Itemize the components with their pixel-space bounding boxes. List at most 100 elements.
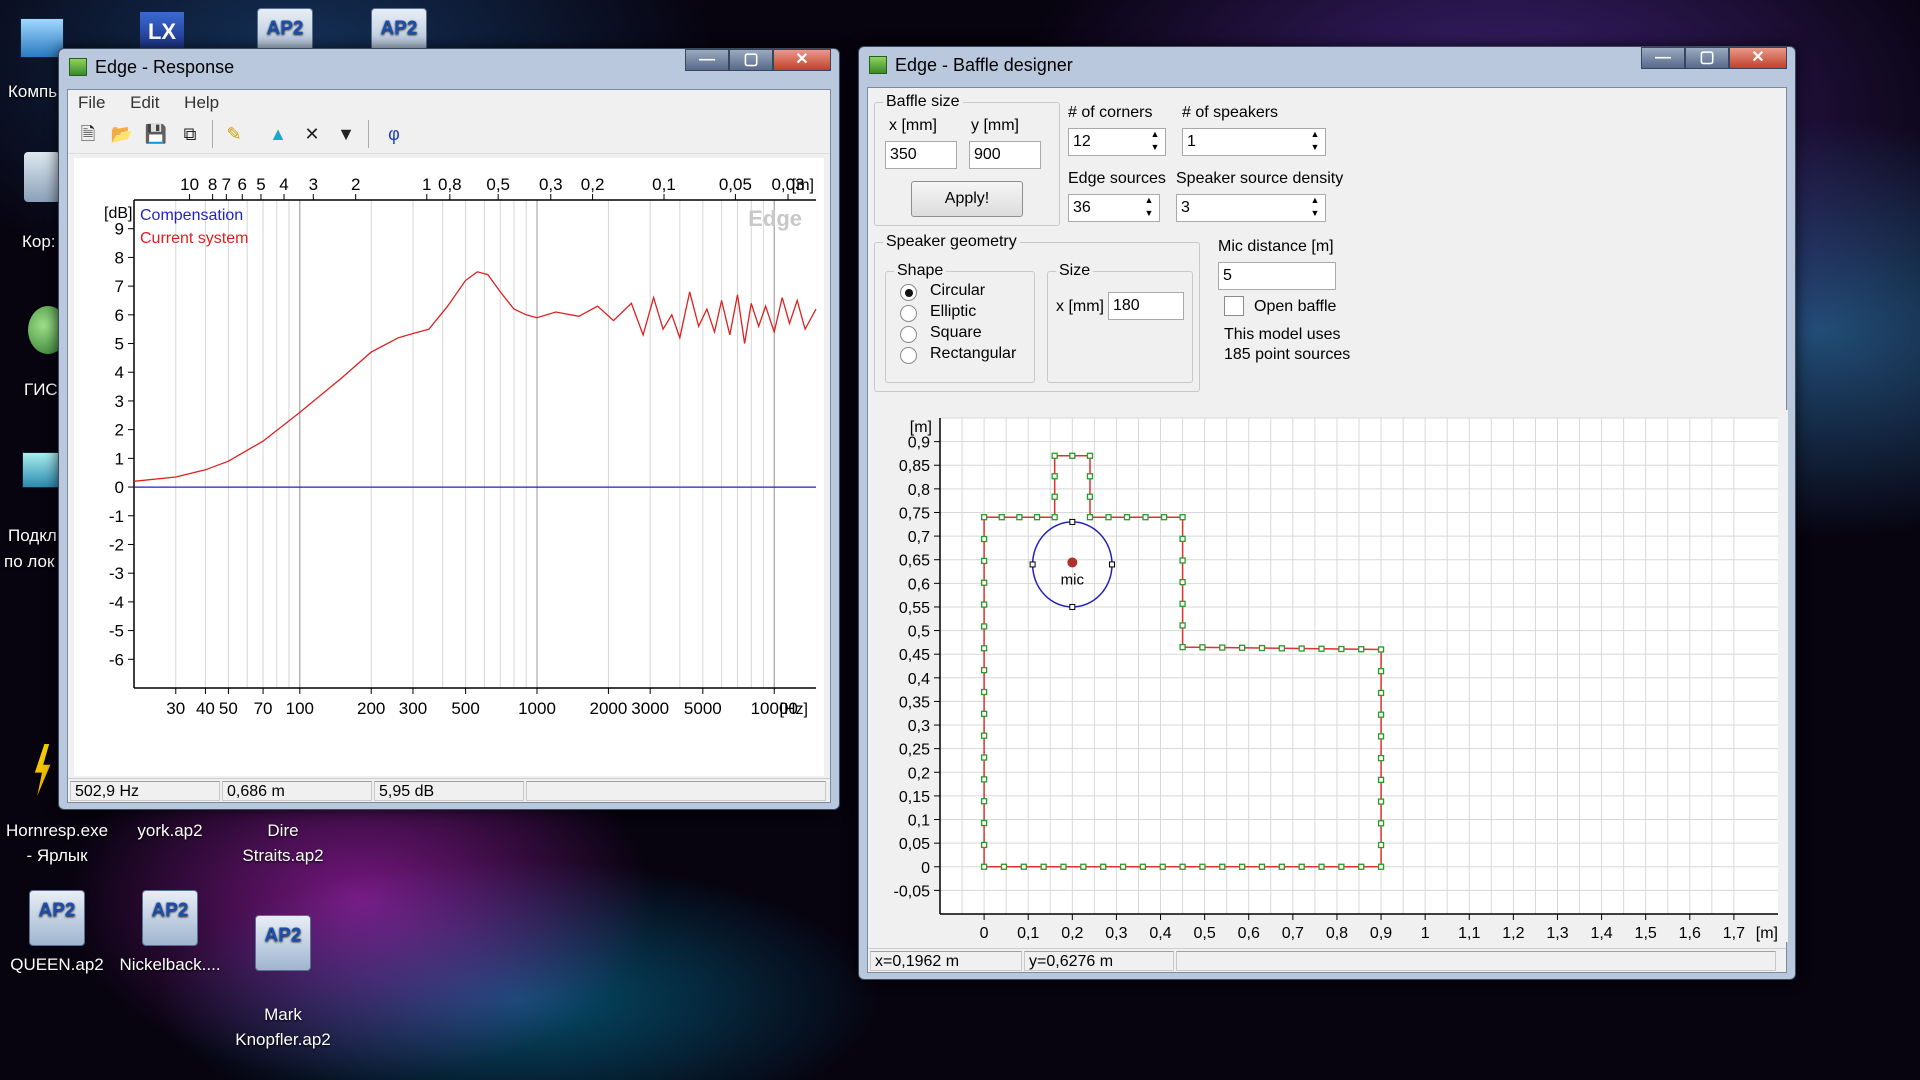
maximize-button[interactable]: ▢: [729, 49, 773, 71]
spin-down-icon[interactable]: ▼: [1145, 141, 1165, 154]
legend-entry: Compensation: [140, 207, 243, 224]
y-tick-label: -1: [109, 507, 124, 526]
y-tick-label: 0,4: [908, 671, 930, 688]
close-button[interactable]: ✕: [1729, 47, 1787, 69]
dropdown-icon[interactable]: ▼: [332, 120, 360, 148]
baffle-size-group: Baffle size x [mm] y [mm] 350 900 Apply!: [874, 93, 1060, 226]
edge-source-marker: [1051, 514, 1058, 521]
edge-source-marker: [980, 863, 988, 870]
desktop-icon-york[interactable]: york.ap2: [115, 818, 225, 843]
recycle-bin-icon[interactable]: [24, 152, 60, 202]
desktop-icon-dire-straits[interactable]: Dire Straits.ap2: [228, 818, 338, 868]
desktop-icon-recycle-label[interactable]: Кор:: [22, 232, 56, 252]
shape-elliptic-radio[interactable]: [900, 305, 917, 322]
response-chart[interactable]: 9876543210-1-2-3-4-5-6[dB]30 40 50 70 100 200…: [74, 158, 824, 776]
minimize-button[interactable]: —: [685, 49, 729, 71]
y-tick-label: 0,7: [908, 529, 930, 546]
top-tick-label: 0,5: [486, 175, 510, 194]
baffle-plot[interactable]: 0 0,1 0,2 0,3 0,4 0,5 0,6 0,7 0,8 0,9 1 1,1 1,2 1,3 1,…: [868, 410, 1788, 942]
mic-distance-input[interactable]: 5: [1218, 262, 1336, 290]
open-baffle-checkbox[interactable]: [1224, 296, 1244, 316]
speaker-density-input[interactable]: 3 ▲ ▼: [1176, 194, 1326, 222]
edge-source-marker: [980, 645, 988, 652]
desktop-icon-mark-knopfler[interactable]: AP2 Mark Knopfler.ap2: [228, 890, 338, 1052]
response-titlebar[interactable]: Edge - Response — ▢ ✕: [59, 49, 839, 85]
baffle-window[interactable]: Edge - Baffle designer — ▢ ✕ Baffle size…: [858, 46, 1796, 980]
top-tick-label: 7: [222, 175, 231, 194]
desktop-icon-computer-label[interactable]: Компь: [8, 82, 57, 102]
baffle-y-input[interactable]: 900: [969, 141, 1041, 169]
edge-sources-input[interactable]: 36 ▲ ▼: [1068, 194, 1160, 222]
mic-distance-label: Mic distance [m]: [1218, 238, 1334, 255]
baffle-x-input[interactable]: 350: [885, 141, 957, 169]
edge-source-marker: [980, 710, 988, 717]
menu-edit[interactable]: Edit: [120, 90, 169, 113]
x-tick-label: 0: [980, 925, 989, 942]
size-x-input[interactable]: 180: [1108, 292, 1184, 320]
network-icon[interactable]: [22, 452, 62, 488]
baffle-titlebar[interactable]: Edge - Baffle designer — ▢ ✕: [859, 47, 1795, 83]
spin-down-icon[interactable]: ▼: [1305, 207, 1325, 220]
x-tick-label: 0,6: [1238, 925, 1260, 942]
x-tick-label: 500: [451, 699, 479, 718]
open-folder-icon[interactable]: 📂: [108, 120, 136, 148]
edge-source-marker: [1119, 863, 1127, 870]
desktop-icon-gis-label[interactable]: ГИС: [24, 380, 58, 400]
menu-file[interactable]: File: [68, 90, 115, 113]
baffle-y-label: y [mm]: [971, 117, 1019, 134]
ap2-file-icon: AP2: [142, 890, 198, 946]
lightning-icon[interactable]: [34, 744, 51, 796]
spin-up-icon[interactable]: ▲: [1305, 194, 1325, 207]
desktop-icon-hornresp[interactable]: Hornresp.exe - Ярлык: [2, 818, 112, 868]
y-tick-label: 0,3: [908, 718, 930, 735]
speakers-input[interactable]: 1 ▲ ▼: [1182, 128, 1326, 156]
desktop-icon-queen[interactable]: AP2 QUEEN.ap2: [2, 890, 112, 977]
response-window[interactable]: Edge - Response — ▢ ✕ File Edit Help 🗎 📂…: [58, 48, 840, 810]
pencil-icon[interactable]: ✎: [220, 120, 248, 148]
x-tick-label: 1000: [518, 699, 556, 718]
spin-down-icon[interactable]: ▼: [1305, 141, 1325, 154]
spin-down-icon[interactable]: ▼: [1139, 207, 1159, 220]
new-file-icon[interactable]: 🗎: [74, 120, 102, 148]
desktop-icon-network-label-2[interactable]: по лок: [4, 552, 54, 572]
lx-app-icon[interactable]: LX: [140, 12, 184, 52]
spin-up-icon[interactable]: ▲: [1145, 128, 1165, 141]
y-tick-label: 0,65: [899, 553, 930, 570]
save-icon[interactable]: 💾: [142, 120, 170, 148]
shape-circular-radio[interactable]: [900, 284, 917, 301]
edge-source-marker: [980, 514, 988, 521]
x-tick-label: 100: [286, 699, 314, 718]
minimize-button[interactable]: —: [1641, 47, 1685, 69]
desktop-icon-network-label-1[interactable]: Подкл: [8, 526, 57, 546]
edge-source-marker: [1179, 643, 1186, 651]
corners-input[interactable]: 12 ▲ ▼: [1068, 128, 1166, 156]
status-empty: [526, 781, 826, 801]
edge-source-marker: [1179, 579, 1186, 586]
chart-background: [74, 158, 824, 776]
apply-button[interactable]: Apply!: [911, 181, 1023, 217]
speaker-icon[interactable]: ▲: [264, 120, 292, 148]
edge-source-marker: [998, 514, 1005, 521]
edge-source-marker: [980, 623, 988, 630]
close-button[interactable]: ✕: [773, 49, 831, 71]
x-tick-label: 0,3: [1105, 925, 1127, 942]
top-tick-label: 2: [351, 175, 360, 194]
top-tick-label: 5: [256, 175, 265, 194]
desktop-icon-label: Hornresp.exe - Ярлык: [5, 821, 109, 865]
menu-help[interactable]: Help: [174, 90, 229, 113]
desktop-icon-nickelback[interactable]: AP2 Nickelback....: [115, 890, 225, 977]
x-tick-label: 0,8: [1326, 925, 1348, 942]
spin-up-icon[interactable]: ▲: [1139, 194, 1159, 207]
copy-icon[interactable]: ⧉: [176, 120, 204, 148]
delete-icon[interactable]: ✕: [298, 120, 326, 148]
shape-rectangular-radio[interactable]: [900, 347, 917, 364]
maximize-button[interactable]: ▢: [1685, 47, 1729, 69]
edge-source-marker: [1179, 535, 1186, 543]
edge-source-marker: [1258, 644, 1266, 652]
spin-up-icon[interactable]: ▲: [1305, 128, 1325, 141]
desktop-icon-label: QUEEN.ap2: [10, 955, 104, 974]
y-axis-unit: [m]: [910, 419, 932, 436]
x-tick-label: 0,9: [1370, 925, 1392, 942]
phase-icon[interactable]: φ: [380, 120, 408, 148]
shape-square-radio[interactable]: [900, 326, 917, 343]
